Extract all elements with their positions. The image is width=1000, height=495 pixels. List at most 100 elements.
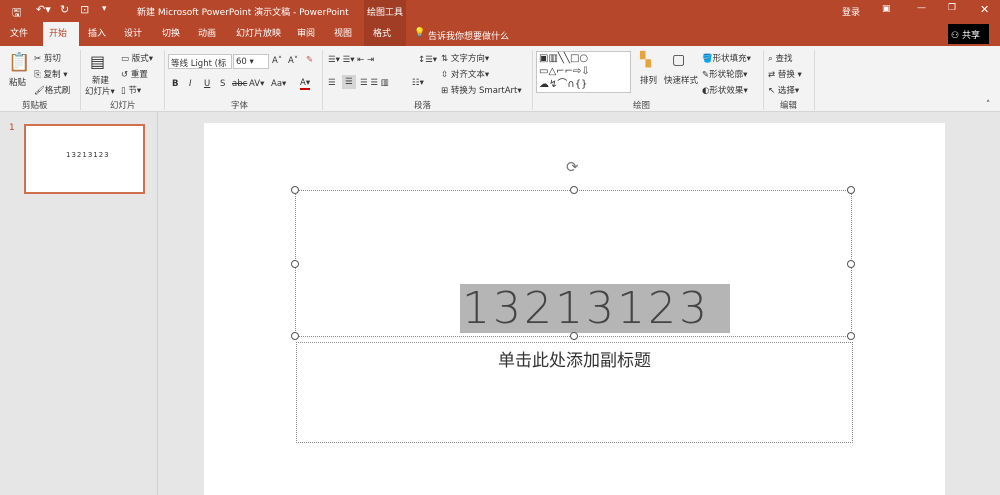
rotate-handle-icon[interactable]: ⟳ — [566, 158, 579, 176]
undo-icon[interactable]: ↶▾ — [36, 3, 51, 16]
font-name-dropdown[interactable]: 等线 Light (标 — [168, 54, 232, 69]
resize-handle[interactable] — [570, 332, 578, 340]
tab-review[interactable]: 审阅 — [291, 22, 321, 46]
tab-slideshow[interactable]: 幻灯片放映 — [230, 22, 287, 46]
close-button[interactable]: ✕ — [980, 3, 989, 16]
italic-button[interactable]: I — [189, 79, 192, 89]
ribbon-tabs: 文件 开始 插入 设计 切换 动画 幻灯片放映 审阅 视图 格式 💡 告诉我你想… — [0, 22, 1000, 46]
clear-format-icon[interactable]: ✎ — [306, 55, 313, 65]
paste-icon[interactable]: 📋 — [8, 52, 30, 73]
save-icon[interactable]: 🖫 — [12, 4, 21, 23]
replace-icon: ⇄ — [768, 70, 776, 80]
reset-icon: ↺ — [121, 70, 129, 80]
section-button[interactable]: ▯ 节▾ — [121, 84, 141, 96]
tab-format[interactable]: 格式 — [364, 22, 406, 46]
subtitle-placeholder[interactable]: 单击此处添加副标题 — [296, 342, 853, 443]
group-label-drawing: 绘图 — [633, 101, 651, 111]
replace-button[interactable]: ⇄ 替换 ▾ — [768, 68, 802, 80]
search-icon: ⌕ — [768, 54, 773, 64]
align-text-button[interactable]: ⇳ 对齐文本▾ — [441, 68, 489, 80]
new-slide-button[interactable]: 幻灯片▾ — [85, 85, 115, 97]
person-icon: ⚇ — [951, 31, 960, 41]
title-bar: 🖫 ↶▾ ↻ ⊡ ▾ 新建 Microsoft PowerPoint 演示文稿 … — [0, 0, 1000, 22]
group-label-paragraph: 段落 — [414, 101, 432, 111]
tab-file[interactable]: 文件 — [4, 22, 34, 46]
group-label-clipboard: 剪贴板 — [22, 101, 48, 111]
grow-font-button[interactable]: A˄ — [272, 56, 282, 66]
slide-thumbnail[interactable]: 13213123 — [24, 124, 145, 194]
bullets-button[interactable]: ☰▾ ☰▾ ⇤ ⇥ — [328, 55, 374, 65]
resize-handle[interactable] — [291, 186, 299, 194]
format-painter-button[interactable]: 🖌格式刷 — [34, 84, 70, 96]
resize-handle[interactable] — [291, 260, 299, 268]
resize-handle[interactable] — [847, 186, 855, 194]
collapse-ribbon-icon[interactable]: ˄ — [986, 100, 990, 110]
tab-insert[interactable]: 插入 — [82, 22, 112, 46]
tab-design[interactable]: 设计 — [118, 22, 148, 46]
resize-handle[interactable] — [847, 332, 855, 340]
context-tab-group: 绘图工具 — [364, 0, 406, 22]
shape-effects-button[interactable]: ◐形状效果▾ — [702, 84, 748, 96]
font-color-button[interactable]: A▾ — [300, 78, 311, 90]
find-button[interactable]: ⌕ 查找 — [768, 52, 792, 64]
tab-transitions[interactable]: 切换 — [156, 22, 186, 46]
tab-animations[interactable]: 动画 — [192, 22, 222, 46]
window-title: 新建 Microsoft PowerPoint 演示文稿 - PowerPoin… — [137, 8, 349, 18]
tell-me-input[interactable]: 告诉我你想要做什么 — [428, 29, 509, 42]
new-slide-icon: ▤ — [90, 52, 106, 71]
copy-icon: ⎘ — [34, 70, 41, 80]
thumb-title: 13213123 — [66, 151, 110, 159]
resize-handle[interactable] — [570, 186, 578, 194]
text-direction-button[interactable]: ⇅ 文字方向▾ — [441, 52, 489, 64]
copy-button[interactable]: ⎘ 复制 ▾ — [34, 68, 68, 80]
font-size-dropdown[interactable]: 60 ▾ — [233, 54, 269, 69]
smartart-button[interactable]: ⊞ 转换为 SmartArt▾ — [441, 84, 522, 96]
paste-button[interactable]: 粘贴 — [9, 76, 26, 88]
brush-icon: 🖌 — [34, 86, 45, 96]
shape-fill-button[interactable]: 🪣形状填充▾ — [702, 52, 751, 64]
arrange-icon: ▚ — [640, 52, 651, 68]
lightbulb-icon: 💡 — [414, 28, 426, 38]
restore-button[interactable]: ❐ — [948, 3, 956, 13]
spacing-button[interactable]: AV▾ — [249, 79, 264, 89]
resize-handle[interactable] — [291, 332, 299, 340]
strikethrough-button[interactable]: abc — [232, 79, 247, 89]
tab-view[interactable]: 视图 — [328, 22, 358, 46]
slide-canvas[interactable]: 13213123 单击此处添加副标题 ⟳ — [204, 123, 945, 495]
slide-number: 1 — [9, 123, 15, 133]
subtitle-text[interactable]: 单击此处添加副标题 — [297, 346, 852, 371]
group-label-editing: 编辑 — [780, 101, 798, 111]
arrange-button[interactable]: 排列 — [640, 74, 657, 86]
title-text[interactable]: 13213123 — [460, 284, 730, 333]
align-center-button[interactable]: ☰ — [342, 75, 356, 89]
shape-outline-button[interactable]: ✎形状轮廓▾ — [702, 68, 747, 80]
share-button[interactable]: ⚇ 共享 — [948, 24, 989, 44]
align-right-buttons[interactable]: ☰ ☰ ▥ — [360, 78, 389, 88]
login-button[interactable]: 登录 — [842, 5, 860, 18]
cut-button[interactable]: ✂ 剪切 — [34, 52, 61, 64]
underline-button[interactable]: U — [204, 79, 210, 89]
change-case-button[interactable]: Aa▾ — [271, 79, 286, 89]
resize-handle[interactable] — [847, 260, 855, 268]
columns-button[interactable]: ☷▾ — [412, 78, 424, 88]
minimize-button[interactable]: — — [917, 3, 926, 13]
cursor-icon: ↖ — [768, 86, 776, 96]
line-spacing-button[interactable]: ↕☰▾ — [418, 55, 437, 65]
quick-styles-button[interactable]: 快速样式 — [664, 74, 698, 86]
slideshow-icon[interactable]: ⊡ — [80, 3, 89, 16]
shadow-button[interactable]: S — [220, 79, 225, 89]
ribbon-display-icon[interactable]: ▣ — [882, 4, 891, 14]
bold-button[interactable]: B — [172, 79, 178, 89]
select-button[interactable]: ↖ 选择▾ — [768, 84, 799, 96]
layout-icon: ▭ — [121, 54, 130, 64]
shrink-font-button[interactable]: A˅ — [288, 56, 298, 66]
title-placeholder[interactable]: 13213123 — [295, 190, 852, 337]
tab-home[interactable]: 开始 — [43, 22, 79, 46]
reset-button[interactable]: ↺ 重置 — [121, 68, 148, 80]
shapes-gallery[interactable]: ▣▥╲╲□○ ▭△⌐⌐⇨⇩ ☁↯⌒∩{} — [536, 51, 631, 93]
align-left-button[interactable]: ☰ — [328, 78, 336, 88]
customize-qat-icon[interactable]: ▾ — [102, 4, 107, 14]
redo-icon[interactable]: ↻ — [60, 3, 69, 16]
layout-button[interactable]: ▭ 版式▾ — [121, 52, 153, 64]
group-label-slides: 幻灯片 — [110, 101, 136, 111]
